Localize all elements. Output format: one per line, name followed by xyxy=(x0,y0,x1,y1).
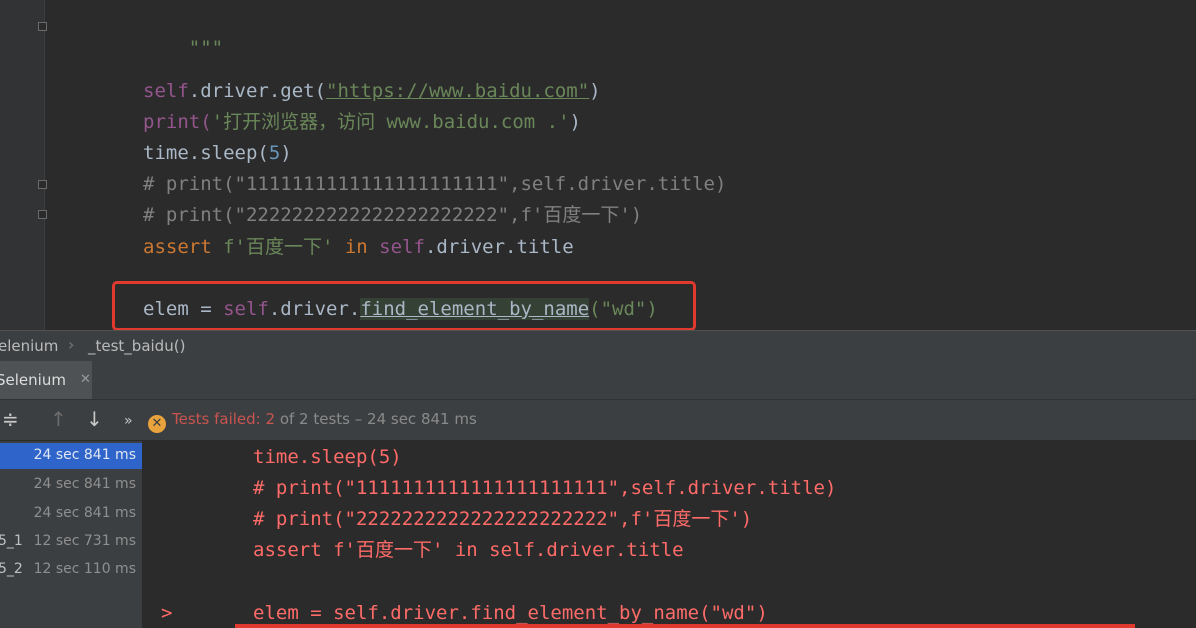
editor-gutter xyxy=(0,0,47,330)
tree-row[interactable]: 5_1 12 sec 731 ms xyxy=(0,529,142,555)
test-failed-icon: ✕ xyxy=(148,415,166,433)
test-toolbar: ≑ ↑ ↓ » ✕ Tests failed: 2 of 2 tests – 24… xyxy=(0,400,1196,441)
code-line-sleep: time.sleep(5) xyxy=(143,142,292,164)
highlight-box xyxy=(235,624,1135,628)
more-icon[interactable]: » xyxy=(124,410,133,432)
console-line: time.sleep(5) xyxy=(253,446,402,468)
code-editor[interactable]: """ self.driver.get("https://www.baidu.c… xyxy=(0,0,1196,331)
console-line: assert f'百度一下' in self.driver.title xyxy=(253,539,684,561)
fold-marker-icon[interactable] xyxy=(38,180,47,189)
highlight-box xyxy=(112,281,696,331)
breadcrumb-item-class[interactable]: elenium xyxy=(0,337,58,355)
test-status: ✕ Tests failed: 2 of 2 tests – 24 sec 841… xyxy=(148,410,477,433)
collapse-all-icon[interactable]: ≑ xyxy=(2,408,19,430)
tree-row[interactable]: 24 sec 841 ms xyxy=(0,472,142,498)
console-line: # print("1111111111111111111111",self.dr… xyxy=(253,477,837,499)
breadcrumb-item-method[interactable]: _test_baidu() xyxy=(88,337,185,355)
test-tree: 24 sec 841 ms 24 sec 841 ms 24 sec 841 m… xyxy=(0,441,143,628)
tree-row[interactable]: 24 sec 841 ms xyxy=(0,443,142,469)
error-pointer: > xyxy=(161,602,173,624)
code-line-assert: assert f'百度一下' in self.driver.title xyxy=(143,236,574,258)
code-line-print: print('打开浏览器，访问 www.baidu.com .') xyxy=(143,111,581,133)
fold-marker-icon[interactable] xyxy=(38,210,47,219)
breadcrumb-separator-icon: › xyxy=(68,335,75,354)
console-line: elem = self.driver.find_element_by_name(… xyxy=(253,602,768,624)
run-tab-bar: Selenium ✕ xyxy=(0,361,1196,400)
tree-row[interactable]: 24 sec 841 ms xyxy=(0,501,142,527)
arrow-up-icon[interactable]: ↑ xyxy=(50,408,67,430)
code-line-comment-1: # print("1111111111111111111111",self.dr… xyxy=(143,173,727,195)
code-line-docstring-end: """ xyxy=(188,37,224,59)
close-icon[interactable]: ✕ xyxy=(80,361,91,399)
tree-row[interactable]: 5_2 12 sec 110 ms xyxy=(0,557,142,583)
code-line-comment-2: # print("2222222222222222222222",f'百度一下'… xyxy=(143,204,643,226)
code-line-driver-get: self.driver.get("https://www.baidu.com") xyxy=(143,80,601,102)
fold-marker-icon[interactable] xyxy=(38,22,47,31)
console-line: # print("2222222222222222222222",f'百度一下'… xyxy=(253,508,753,530)
arrow-down-icon[interactable]: ↓ xyxy=(86,408,103,430)
console-output[interactable]: time.sleep(5) # print("11111111111111111… xyxy=(143,441,1196,628)
breadcrumb: elenium › _test_baidu() xyxy=(0,330,1196,362)
tab-selenium[interactable]: Selenium ✕ xyxy=(0,361,92,399)
